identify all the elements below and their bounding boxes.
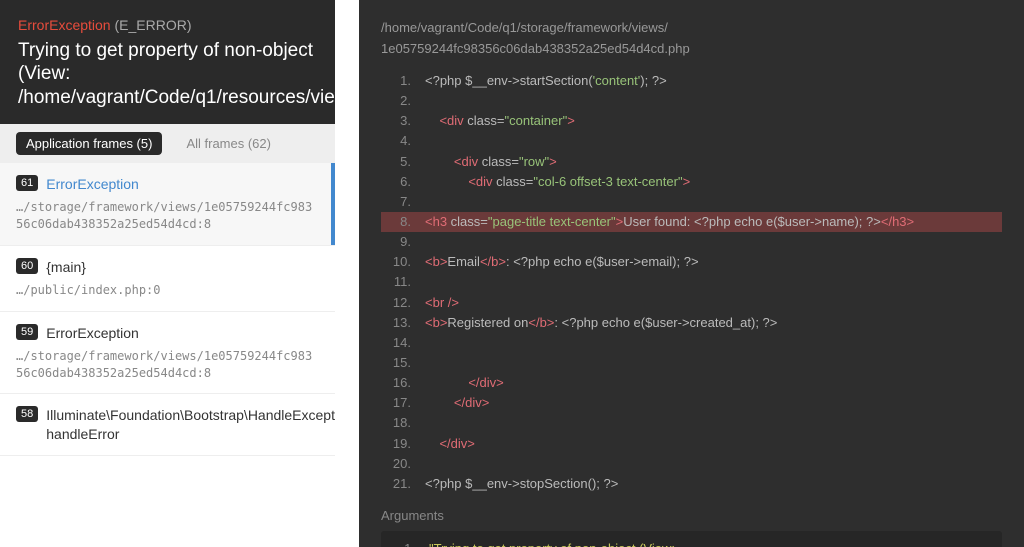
frame-list[interactable]: 61 ErrorException …/storage/framework/view… [0,163,335,547]
code-line: 15. [381,353,1002,373]
code-line: 4. [381,131,1002,151]
arguments-label: Arguments [381,508,1002,523]
code-line: 9. [381,232,1002,252]
frame-path: …/public/index.php:0 [16,282,319,299]
arg-text: "Trying to get property of non-object (V… [429,541,992,547]
code-line: 5. <div class="row"> [381,152,1002,172]
code-line: 17. </div> [381,393,1002,413]
exception-message: Trying to get property of non-object (Vi… [18,39,317,110]
exception-line: ErrorException (E_ERROR) [18,16,317,36]
frame-number: 59 [16,324,38,340]
code-line: 1.<?php $__env->startSection('content');… [381,71,1002,91]
tab-application-frames[interactable]: Application frames (5) [16,132,162,155]
exception-name: ErrorException [18,17,111,33]
stack-frame[interactable]: 61 ErrorException …/storage/framework/view… [0,163,335,246]
tab-all-frames[interactable]: All frames (62) [176,132,281,155]
code-line: 3. <div class="container"> [381,111,1002,131]
exception-type: (E_ERROR) [114,17,191,33]
code-line: 19. </div> [381,434,1002,454]
frame-tabs: Application frames (5) All frames (62) [0,124,335,163]
code-line: 13.<b>Registered on</b>: <?php echo e($u… [381,313,1002,333]
file-path-name: 1e05759244fc98356c06dab438352a25ed54d4cd… [381,41,690,56]
code-line: 7. [381,192,1002,212]
file-path-dir: /home/vagrant/Code/q1/storage/framework/… [381,20,668,35]
stack-frame[interactable]: 59 ErrorException …/storage/framework/view… [0,312,335,395]
error-header: ErrorException (E_ERROR) Trying to get p… [0,0,335,124]
code-line: 16. </div> [381,373,1002,393]
code-line: 12.<br /> [381,293,1002,313]
frame-path: …/storage/framework/views/1e05759244fc98… [16,199,319,233]
code-line: 6. <div class="col-6 offset-3 text-cente… [381,172,1002,192]
frame-title: Illuminate\Foundation\Bootstrap\HandleEx… [46,406,335,442]
selection-bar [331,163,335,245]
code-line: 18. [381,413,1002,433]
arguments-block: 1. "Trying to get property of non-object… [381,531,1002,547]
frame-title: ErrorException [46,324,139,342]
code-line: 10.<b>Email</b>: <?php echo e($user->ema… [381,252,1002,272]
code-panel: /home/vagrant/Code/q1/storage/framework/… [359,0,1024,547]
stack-frame[interactable]: 60 {main} …/public/index.php:0 [0,246,335,312]
code-line: 20. [381,454,1002,474]
stack-frame[interactable]: 58 Illuminate\Foundation\Bootstrap\Handle… [0,394,335,455]
gutter [335,0,359,547]
frame-path: …/storage/framework/views/1e05759244fc98… [16,348,319,382]
frame-title: ErrorException [46,175,139,193]
frame-title: {main} [46,258,86,276]
code-line: 14. [381,333,1002,353]
frame-number: 61 [16,175,38,191]
sidebar: ErrorException (E_ERROR) Trying to get p… [0,0,335,547]
frame-number: 58 [16,406,38,422]
file-path: /home/vagrant/Code/q1/storage/framework/… [381,18,1002,59]
arg-line-number: 1. [391,541,429,547]
code-line: 21.<?php $__env->stopSection(); ?> [381,474,1002,494]
code-line: 2. [381,91,1002,111]
code-line: 8.<h3 class="page-title text-center">Use… [381,212,1002,232]
code-line: 11. [381,272,1002,292]
code-block: 1.<?php $__env->startSection('content');… [381,71,1002,494]
frame-number: 60 [16,258,38,274]
